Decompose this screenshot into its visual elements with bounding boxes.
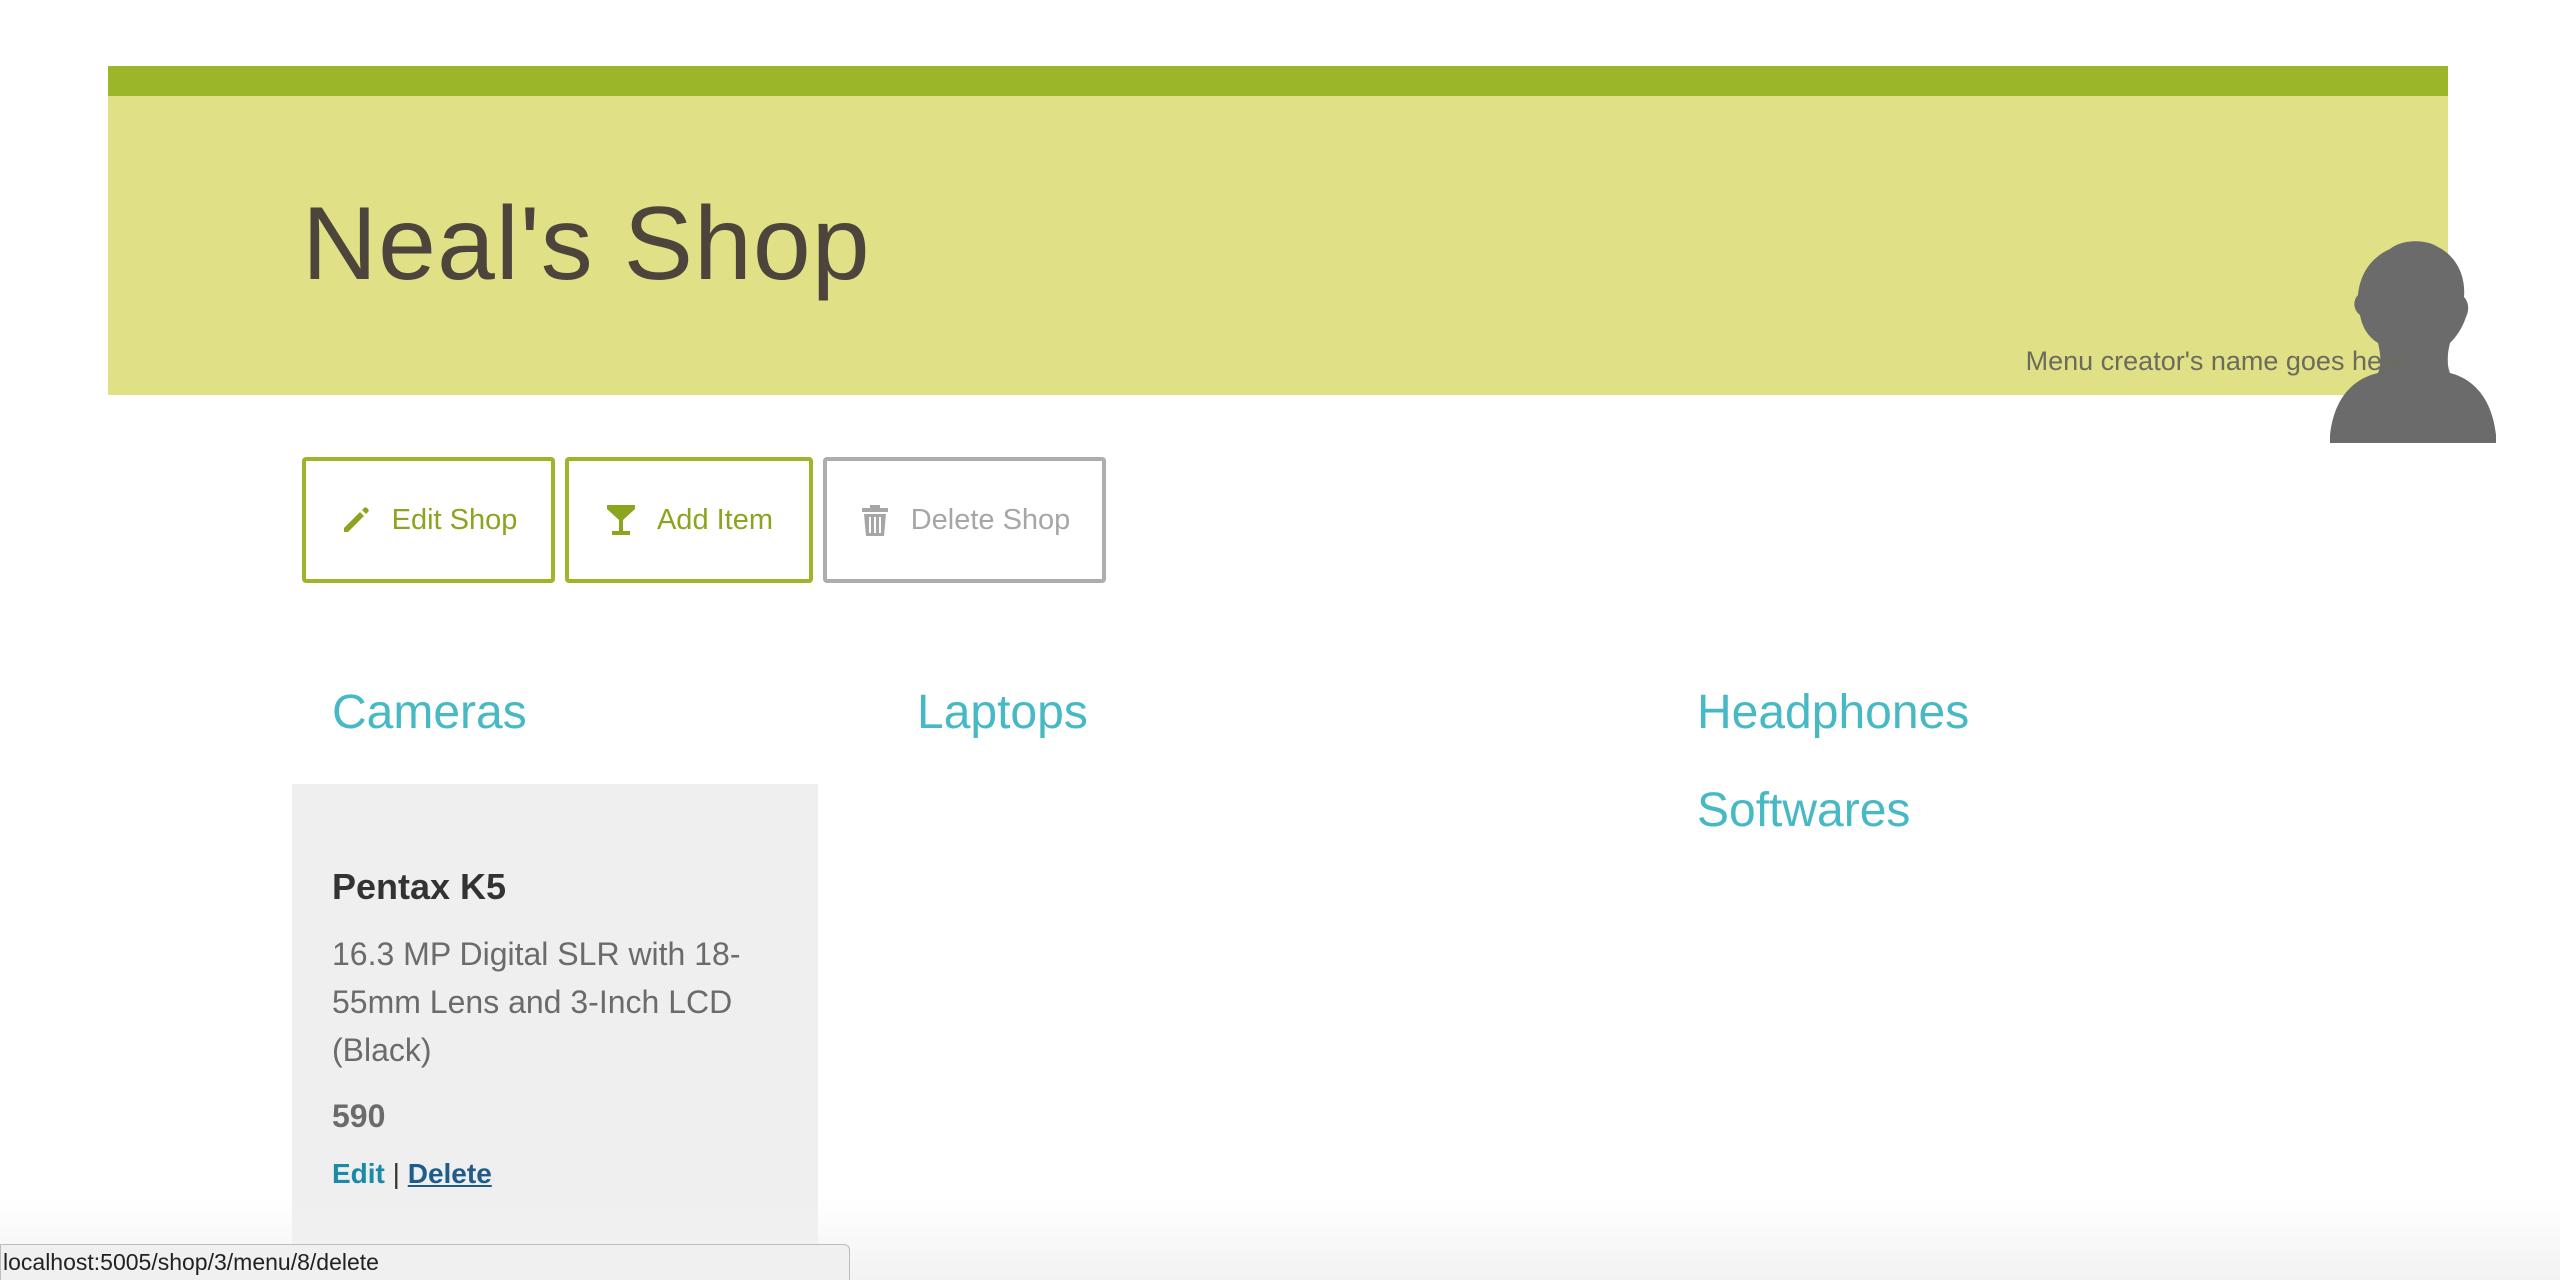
category-column-3: Headphones Softwares bbox=[1697, 682, 1969, 842]
user-silhouette-icon bbox=[2330, 241, 2496, 443]
browser-status-bar: localhost:5005/shop/3/menu/8/delete bbox=[0, 1244, 850, 1280]
item-price: 590 bbox=[332, 1098, 386, 1134]
item-delete-link[interactable]: Delete bbox=[408, 1158, 492, 1189]
add-item-label: Add Item bbox=[656, 503, 774, 536]
category-heading-headphones: Headphones bbox=[1697, 686, 1970, 739]
add-item-button[interactable]: Add Item bbox=[565, 457, 813, 583]
header-banner: Neal's Shop Menu creator's name goes her… bbox=[108, 96, 2496, 443]
creator-name: Menu creator's name goes here bbox=[2025, 346, 2406, 376]
shop-actions: Edit Shop Add Item Delete Shop bbox=[302, 457, 1106, 583]
edit-shop-label: Edit Shop bbox=[391, 503, 518, 536]
pencil-icon bbox=[343, 507, 369, 532]
delete-shop-button[interactable]: Delete Shop bbox=[823, 457, 1106, 583]
item-actions-separator: | bbox=[392, 1158, 400, 1189]
trash-icon bbox=[861, 505, 888, 536]
category-heading-cameras: Cameras bbox=[332, 686, 527, 739]
category-heading-softwares: Softwares bbox=[1697, 784, 1911, 837]
page: Neal's Shop Menu creator's name goes her… bbox=[0, 0, 2560, 1280]
item-edit-link[interactable]: Edit bbox=[332, 1158, 385, 1189]
item-description: 16.3 MP Digital SLR with 18-55mm Lens an… bbox=[332, 936, 741, 1068]
item-name: Pentax K5 bbox=[332, 866, 507, 907]
category-column-2: Laptops bbox=[917, 682, 1088, 744]
delete-shop-label: Delete Shop bbox=[910, 503, 1071, 536]
category-heading-laptops: Laptops bbox=[917, 686, 1088, 739]
edit-shop-button[interactable]: Edit Shop bbox=[302, 457, 555, 583]
page-title: Neal's Shop bbox=[302, 186, 871, 302]
item-actions: Edit | Delete bbox=[332, 1156, 818, 1192]
cocktail-glass-icon bbox=[606, 505, 635, 535]
header-top-bar bbox=[108, 66, 2448, 96]
category-column-1: Cameras bbox=[332, 682, 527, 744]
